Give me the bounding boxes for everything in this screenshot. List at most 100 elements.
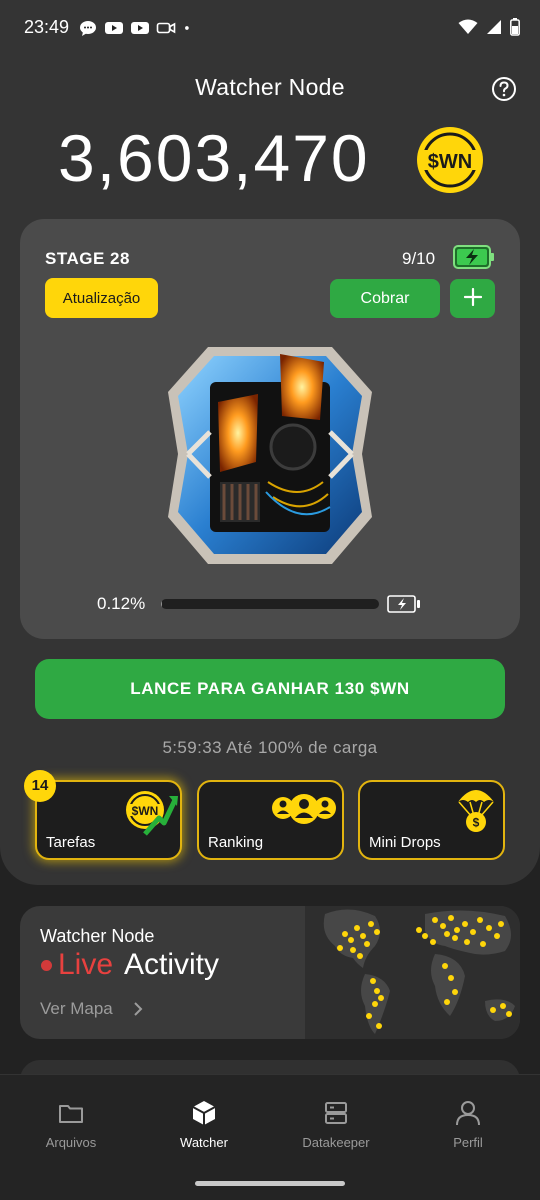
activity-word: Activity bbox=[124, 948, 220, 981]
mini-drops-coin-label: $ bbox=[473, 816, 480, 830]
activity-dot bbox=[364, 941, 370, 947]
activity-dot bbox=[342, 931, 348, 937]
wifi-icon bbox=[458, 19, 478, 34]
server-icon bbox=[325, 1102, 347, 1124]
activity-dot bbox=[462, 921, 468, 927]
charge-timer: 5:59:33 Até 100% de carga bbox=[162, 738, 378, 757]
nav-label: Datakeeper bbox=[302, 1135, 370, 1150]
battery-charging-icon bbox=[453, 245, 494, 269]
activity-dot bbox=[357, 953, 363, 959]
activity-dot bbox=[452, 989, 458, 995]
activity-dot bbox=[416, 927, 422, 933]
progress-bar bbox=[161, 599, 379, 609]
activity-dot bbox=[368, 921, 374, 927]
tarefas-badge: 14 bbox=[24, 770, 56, 802]
progress-percent: 0.12% bbox=[97, 594, 146, 613]
activity-dot bbox=[370, 978, 376, 984]
add-button[interactable] bbox=[450, 279, 495, 318]
activity-dot bbox=[354, 925, 360, 931]
update-button[interactable]: Atualização bbox=[45, 278, 158, 318]
live-activity-card[interactable]: Watcher Node Live Activity Ver Mapa bbox=[20, 906, 520, 1039]
tarefas-coin-label: $WN bbox=[132, 804, 159, 818]
stage-label: STAGE 28 bbox=[45, 249, 130, 268]
wn-coin-arrow-icon: $WN bbox=[126, 791, 178, 836]
activity-dot bbox=[350, 947, 356, 953]
balance-amount: 3,603,470 bbox=[58, 121, 370, 195]
nav-item-perfil[interactable]: Perfil bbox=[413, 1099, 523, 1159]
help-circle-icon[interactable] bbox=[491, 76, 517, 102]
view-map-link[interactable]: Ver Mapa bbox=[40, 999, 113, 1019]
activity-dot bbox=[378, 995, 384, 1001]
tile-label: Tarefas bbox=[46, 834, 96, 851]
activity-dot bbox=[480, 941, 486, 947]
launch-button[interactable]: LANCE PARA GANHAR 130 $WN bbox=[35, 659, 505, 719]
activity-dot bbox=[440, 923, 446, 929]
activity-dot bbox=[366, 1013, 372, 1019]
watcher-node-reactor-image bbox=[168, 347, 372, 564]
activity-dot bbox=[494, 933, 500, 939]
balance-row: 3,603,470 $WN bbox=[0, 120, 540, 200]
plus-icon bbox=[463, 287, 482, 307]
youtube-icon bbox=[131, 22, 149, 34]
status-time: 23:49 bbox=[24, 17, 70, 37]
youtube-icon bbox=[105, 22, 123, 34]
activity-dot bbox=[486, 925, 492, 931]
battery-bolt-icon bbox=[387, 595, 420, 613]
activity-dot bbox=[442, 963, 448, 969]
activity-dot bbox=[477, 917, 483, 923]
activity-dot bbox=[498, 921, 504, 927]
world-map-icon bbox=[305, 906, 520, 1039]
activity-dot bbox=[430, 939, 436, 945]
status-bar: 23:49 bbox=[0, 0, 540, 58]
activity-dot bbox=[448, 915, 454, 921]
activity-dot bbox=[500, 1003, 506, 1009]
tile-mini-drops[interactable]: $ Mini Drops bbox=[358, 780, 505, 860]
user-icon bbox=[456, 1101, 480, 1126]
activity-dot bbox=[360, 933, 366, 939]
status-notification-icons bbox=[78, 20, 196, 36]
activity-dot bbox=[490, 1007, 496, 1013]
live-indicator-dot bbox=[41, 960, 52, 971]
tile-ranking[interactable]: Ranking bbox=[197, 780, 344, 860]
status-system-icons bbox=[458, 18, 520, 36]
tile-tarefas[interactable]: $WN Tarefas bbox=[35, 780, 182, 860]
activity-dot bbox=[372, 1001, 378, 1007]
nav-item-arquivos[interactable]: Arquivos bbox=[16, 1099, 126, 1159]
live-word: Live bbox=[58, 948, 114, 981]
users-group-icon bbox=[272, 794, 336, 824]
folder-icon bbox=[59, 1105, 83, 1123]
activity-dot bbox=[452, 935, 458, 941]
wn-coin-icon: $WN bbox=[417, 127, 483, 193]
dot-icon bbox=[185, 26, 189, 30]
activity-dot bbox=[444, 931, 450, 937]
stage-card: STAGE 28 9/10 Atualização Cobrar 0.12% bbox=[20, 219, 520, 639]
cube-icon bbox=[192, 1101, 216, 1125]
stage-capacity: 9/10 bbox=[402, 249, 436, 268]
video-camera-icon bbox=[156, 22, 176, 34]
activity-dot bbox=[448, 975, 454, 981]
activity-dot bbox=[454, 927, 460, 933]
nav-item-watcher[interactable]: Watcher bbox=[149, 1099, 259, 1159]
wn-coin-label: $WN bbox=[428, 151, 472, 173]
page-title: Watcher Node bbox=[195, 74, 345, 100]
activity-dot bbox=[374, 988, 380, 994]
live-card-title: Watcher Node bbox=[40, 926, 155, 946]
nav-item-datakeeper[interactable]: Datakeeper bbox=[281, 1099, 391, 1159]
cell-signal-icon bbox=[487, 20, 501, 34]
nav-label: Perfil bbox=[453, 1135, 483, 1150]
activity-dot bbox=[506, 1011, 512, 1017]
chat-bubble-icon bbox=[80, 21, 96, 36]
tile-label: Ranking bbox=[208, 834, 264, 851]
activity-dot bbox=[422, 933, 428, 939]
nav-label: Arquivos bbox=[45, 1135, 97, 1150]
chevron-right-icon[interactable] bbox=[132, 1001, 144, 1017]
activity-dot bbox=[376, 1023, 382, 1029]
home-indicator bbox=[195, 1181, 345, 1186]
activity-dot bbox=[432, 917, 438, 923]
collect-button[interactable]: Cobrar bbox=[330, 279, 440, 318]
nav-label: Watcher bbox=[180, 1135, 228, 1150]
feature-tiles: $WN Tarefas Ranking $ Mini Drops bbox=[35, 780, 505, 860]
battery-icon bbox=[510, 18, 520, 36]
activity-dot bbox=[444, 999, 450, 1005]
activity-dot bbox=[464, 939, 470, 945]
